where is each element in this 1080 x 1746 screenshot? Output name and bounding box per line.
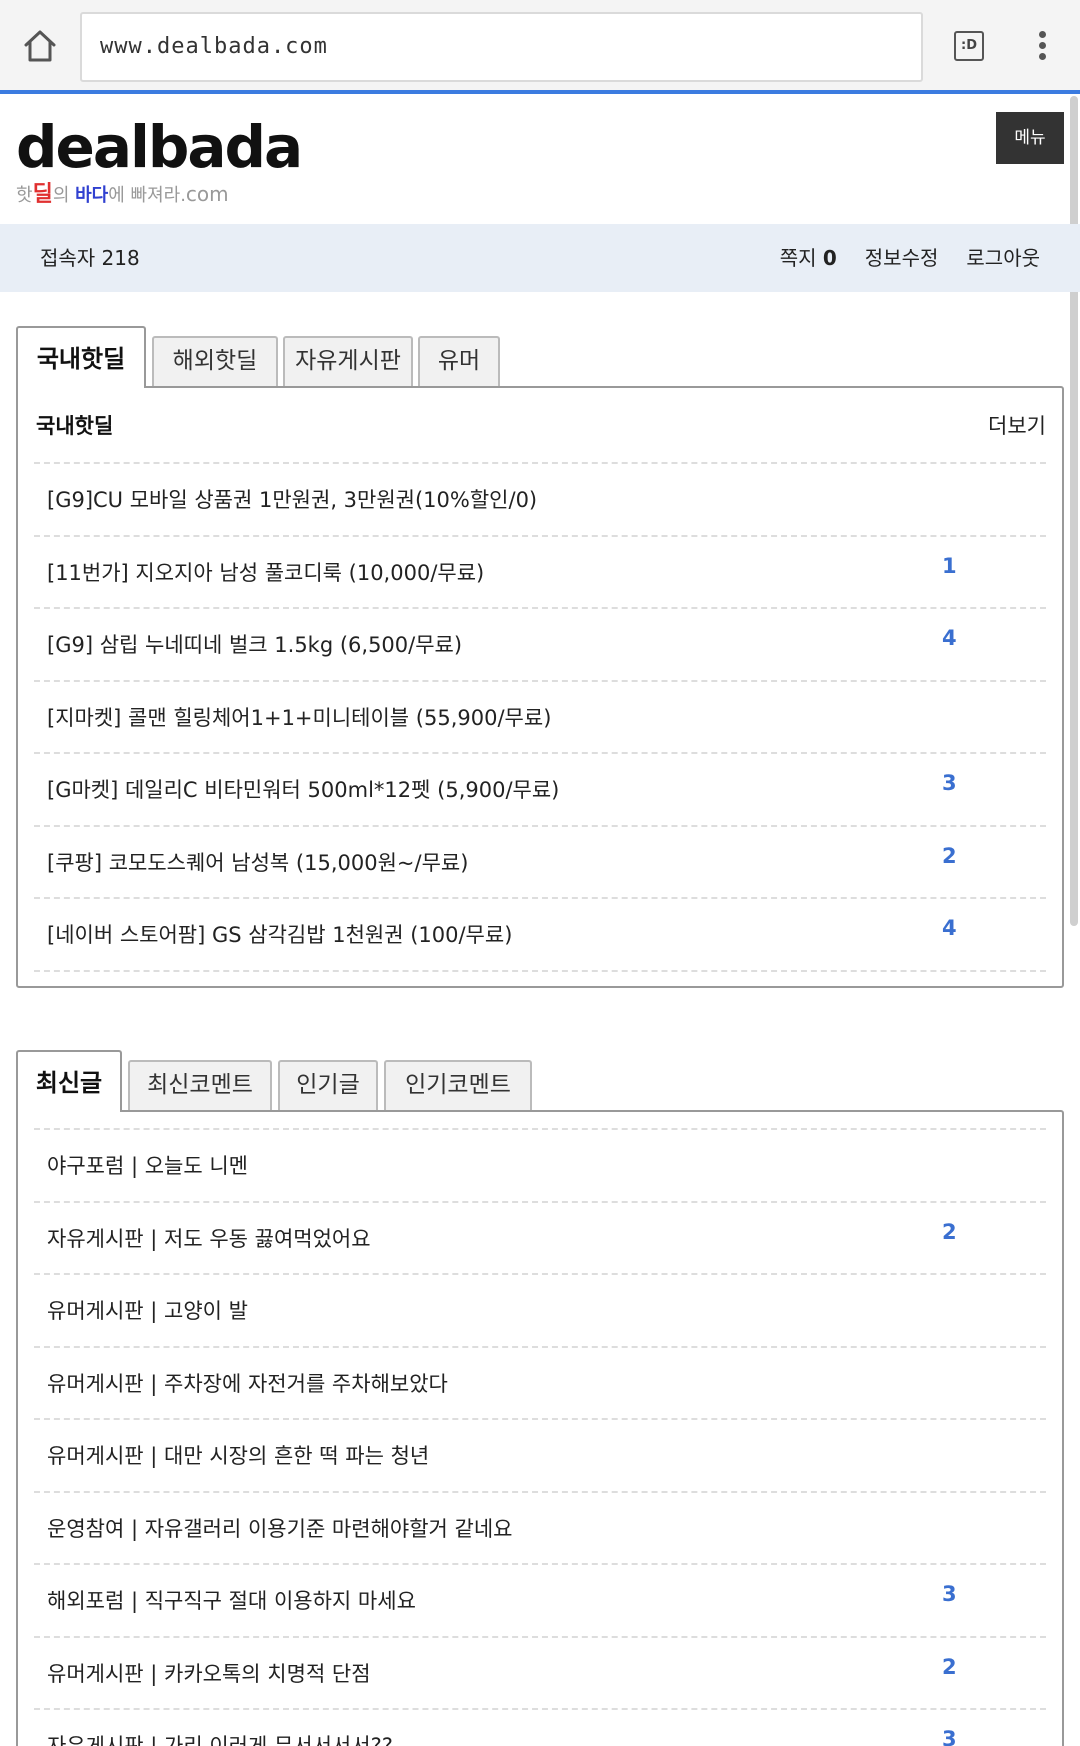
address-bar[interactable]: www.dealbada.com [80,12,923,82]
menu-button[interactable]: 메뉴 [996,112,1064,164]
user-bar: 접속자 218 쪽지 0 정보수정 로그아웃 [0,224,1080,292]
more-link[interactable]: 더보기 [988,410,1046,440]
item-title[interactable]: 야구포럼 | 오늘도 니멘 [47,1154,248,1178]
list-item[interactable]: 야구포럼 | 오늘도 니멘 [34,1130,1046,1203]
recent-section: 최신글 최신코멘트 인기글 인기코멘트 야구포럼 | 오늘도 니멘자유게시판 |… [16,1050,1064,1746]
user-links: 쪽지 0 정보수정 로그아웃 [780,224,1040,292]
comment-count: 3 [942,1727,957,1746]
browser-toolbar: www.dealbada.com :D [0,0,1080,92]
toolbar-divider [0,90,1080,94]
more-options-icon[interactable] [1030,28,1054,64]
item-title[interactable]: [G9]CU 모바일 상품권 1만원권, 3만원권(10%할인/0) [47,488,537,512]
tab-popular-posts[interactable]: 인기글 [278,1060,378,1110]
item-title[interactable]: 운영참여 | 자유갤러리 이용기준 마련해야할거 같네요 [47,1517,513,1541]
messages-count: 0 [822,246,837,270]
comment-count: 2 [942,843,957,868]
list-item[interactable]: [쿠팡] 코모도스퀘어 남성복 (15,000원~/무료) 2 [34,827,1046,899]
item-title[interactable]: 자유게시판 | 저도 우동 끓여먹었어요 [47,1227,371,1251]
tab-recent-posts[interactable]: 최신글 [16,1050,122,1112]
item-title[interactable]: [지마켓] 콜맨 힐링체어1+1+미니테이블 (55,900/무료) [47,706,551,730]
list-item[interactable]: 자유게시판 | 저도 우동 끓여먹었어요 2 [34,1203,1046,1275]
item-title[interactable]: 해외포럼 | 직구직구 절대 이용하지 마세요 [47,1589,416,1613]
logo-wordmark: dealbada [16,113,303,181]
comment-count: 2 [942,1219,957,1244]
list-item[interactable]: 운영참여 | 자유갤러리 이용기준 마련해야할거 같네요 [34,1493,1046,1565]
item-title[interactable]: 자유게시판 | 가리 이러게 무서서서서?? [47,1734,393,1746]
panel-title: 국내핫딜 [36,414,114,438]
tab-domestic-deals[interactable]: 국내핫딜 [16,326,146,388]
site-logo[interactable]: dealbada 핫딜의 바다에 빠져라.com [16,113,303,208]
list-item[interactable]: 유머게시판 | 고양이 발 [34,1275,1046,1348]
tab-free-board[interactable]: 자유게시판 [283,336,413,386]
tab-switcher-icon[interactable]: :D [954,31,984,61]
list-item[interactable]: [G9] 삼립 누네띠네 벌크 1.5kg (6,500/무료) 4 [34,609,1046,682]
list-item[interactable]: 해외포럼 | 직구직구 절대 이용하지 마세요 3 [34,1565,1046,1638]
tab-humor[interactable]: 유머 [418,336,500,386]
deals-panel: 국내핫딜 더보기 [G9]CU 모바일 상품권 1만원권, 3만원권(10%할인… [16,386,1064,988]
item-title[interactable]: [11번가] 지오지아 남성 풀코디룩 (10,000/무료) [47,561,484,585]
list-item[interactable]: [11번가] 지오지아 남성 풀코디룩 (10,000/무료) 1 [34,537,1046,609]
deals-section: 국내핫딜 해외핫딜 자유게시판 유머 국내핫딜 더보기 [G9]CU 모바일 상… [16,326,1064,988]
visitor-count: 접속자 218 [40,246,140,270]
comment-count: 4 [942,626,957,650]
item-title[interactable]: [G9] 삼립 누네띠네 벌크 1.5kg (6,500/무료) [47,633,462,657]
list-item[interactable]: 자유게시판 | 가리 이러게 무서서서서?? 3 [34,1710,1046,1746]
item-title[interactable]: [G마켓] 데일리C 비타민워터 500ml*12펫 (5,900/무료) [47,778,559,802]
list-item[interactable]: [지마켓] 콜맨 힐링체어1+1+미니테이블 (55,900/무료) [34,682,1046,754]
deals-tabs: 국내핫딜 해외핫딜 자유게시판 유머 [16,326,1064,388]
comment-count: 1 [942,553,957,578]
edit-profile-link[interactable]: 정보수정 [865,224,939,292]
recent-list: 야구포럼 | 오늘도 니멘 자유게시판 | 저도 우동 끓여먹었어요 2 유머게시판 … [34,1130,1046,1746]
list-item[interactable]: 유머게시판 | 대만 시장의 흔한 떡 파는 청년 [34,1420,1046,1493]
list-item[interactable]: [네이버 스토어팜] GS 삼각김밥 1천원권 (100/무료) 4 [34,899,1046,972]
home-icon[interactable] [22,28,58,64]
list-item[interactable]: [G마켓] 데일리C 비타민워터 500ml*12펫 (5,900/무료) 3 [34,754,1046,827]
item-title[interactable]: 유머게시판 | 주차장에 자전거를 주차해보았다 [47,1372,448,1396]
logout-link[interactable]: 로그아웃 [966,224,1040,292]
panel-top-divider [34,1112,1046,1130]
deals-list: [G9]CU 모바일 상품권 1만원권, 3만원권(10%할인/0) [11번가]… [34,464,1046,972]
list-item[interactable]: [G9]CU 모바일 상품권 1만원권, 3만원권(10%할인/0) [34,464,1046,537]
item-title[interactable]: 유머게시판 | 카카오톡의 치명적 단점 [47,1662,371,1686]
messages-link[interactable]: 쪽지 0 [780,224,837,292]
comment-count: 2 [942,1654,957,1679]
recent-tabs: 최신글 최신코멘트 인기글 인기코멘트 [16,1050,1064,1112]
item-title[interactable]: [쿠팡] 코모도스퀘어 남성복 (15,000원~/무료) [47,851,468,875]
page-scrollbar[interactable] [1070,96,1078,926]
deals-panel-header: 국내핫딜 더보기 [34,388,1046,464]
comment-count: 3 [942,771,957,795]
list-item[interactable]: 유머게시판 | 카카오톡의 치명적 단점 2 [34,1638,1046,1710]
item-title[interactable]: [네이버 스토어팜] GS 삼각김밥 1천원권 (100/무료) [47,923,512,947]
tab-popular-comments[interactable]: 인기코멘트 [384,1060,532,1110]
list-item[interactable]: 유머게시판 | 주차장에 자전거를 주차해보았다 [34,1348,1046,1420]
comment-count: 4 [942,916,957,940]
tab-overseas-deals[interactable]: 해외핫딜 [152,336,278,386]
item-title[interactable]: 유머게시판 | 대만 시장의 흔한 떡 파는 청년 [47,1444,429,1468]
item-title[interactable]: 유머게시판 | 고양이 발 [47,1299,248,1323]
comment-count: 3 [942,1582,957,1606]
tab-recent-comments[interactable]: 최신코멘트 [128,1060,272,1110]
recent-panel: 야구포럼 | 오늘도 니멘 자유게시판 | 저도 우동 끓여먹었어요 2 유머게시판 … [16,1110,1064,1746]
